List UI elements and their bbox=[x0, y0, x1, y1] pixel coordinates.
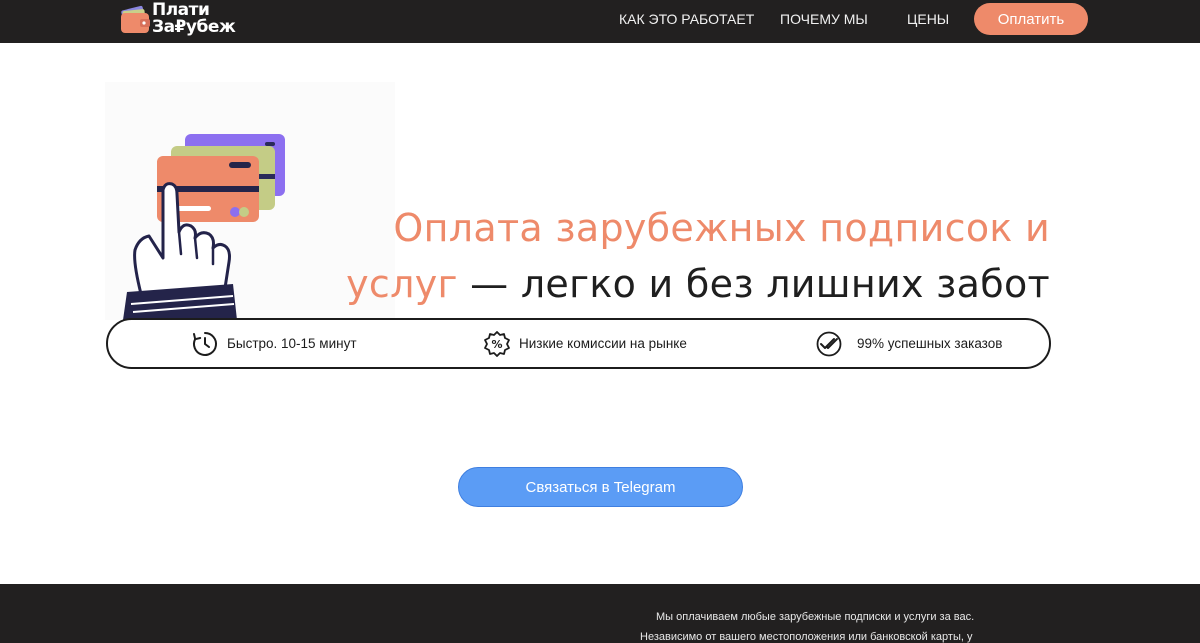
nav-why-us[interactable]: ПОЧЕМУ МЫ bbox=[780, 11, 868, 27]
headline-dark-part: — легко и без лишних забот bbox=[457, 262, 1050, 306]
features-bar: Быстро. 10-15 минут % Низкие комиссии на… bbox=[106, 318, 1051, 369]
headline-accent-line: Оплата зарубежных подписок и bbox=[393, 206, 1050, 250]
footer: Мы оплачиваем любые зарубежные подписки … bbox=[0, 584, 1200, 643]
feature-speed: Быстро. 10-15 минут bbox=[191, 320, 357, 367]
top-navbar: Плати За₽убеж КАК ЭТО РАБОТАЕТ ПОЧЕМУ МЫ… bbox=[0, 0, 1200, 43]
feature-success-text: 99% успешных заказов bbox=[857, 336, 1003, 351]
footer-line-1: Мы оплачиваем любые зарубежные подписки … bbox=[656, 611, 975, 623]
nav-how-it-works[interactable]: КАК ЭТО РАБОТАЕТ bbox=[619, 11, 754, 27]
pay-button[interactable]: Оплатить bbox=[974, 3, 1088, 35]
feature-fees: % Низкие комиссии на рынке bbox=[483, 320, 687, 367]
feature-fees-text: Низкие комиссии на рынке bbox=[519, 336, 687, 351]
clock-icon bbox=[193, 331, 217, 356]
wallet-icon bbox=[121, 5, 150, 33]
logo-wordmark: Плати За₽убеж bbox=[152, 0, 236, 37]
svg-text:%: % bbox=[491, 338, 502, 351]
logo-line-2: За₽убеж bbox=[152, 17, 236, 37]
nav-prices[interactable]: ЦЕНЫ bbox=[907, 11, 949, 27]
feature-success: 99% успешных заказов bbox=[815, 320, 1002, 367]
feature-speed-text: Быстро. 10-15 минут bbox=[227, 336, 357, 351]
double-check-icon bbox=[816, 331, 842, 356]
percent-badge-icon: % bbox=[484, 330, 510, 357]
site-logo[interactable]: Плати За₽убеж bbox=[120, 0, 250, 40]
hero-headline: Оплата зарубежных подписок и услуг — лег… bbox=[346, 200, 1050, 312]
footer-line-2: Независимо от вашего местоположения или … bbox=[640, 631, 973, 643]
headline-accent-word: услуг bbox=[346, 262, 458, 306]
contact-telegram-button[interactable]: Связаться в Telegram bbox=[458, 467, 743, 507]
footer-description: Мы оплачиваем любые зарубежные подписки … bbox=[640, 607, 980, 643]
